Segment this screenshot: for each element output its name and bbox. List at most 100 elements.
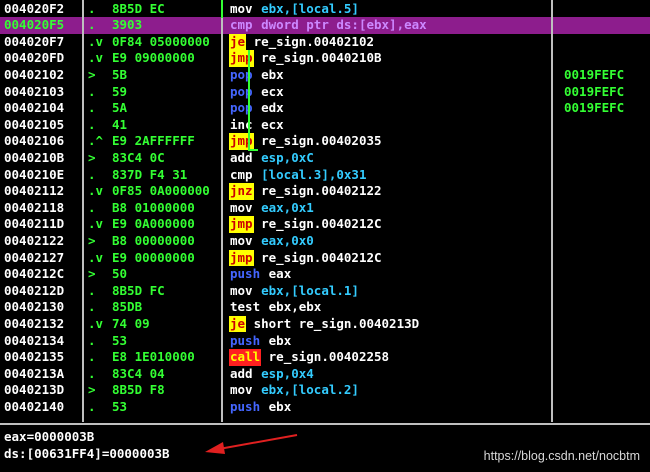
hex-bytes-cell[interactable]: E9 0A000000 (112, 216, 220, 233)
address-cell[interactable]: 00402132 (4, 316, 80, 333)
column-divider (551, 0, 553, 422)
hex-bytes-cell[interactable]: B8 01000000 (112, 200, 220, 217)
hex-bytes-cell[interactable]: 8B5D F8 (112, 382, 220, 399)
hex-bytes-cell[interactable]: 837D F4 31 (112, 167, 220, 184)
jump-line (248, 50, 250, 150)
instruction-cell[interactable]: mov ebx,[local.2] (230, 382, 550, 399)
instruction-cell[interactable]: je short re_sign.0040213D (229, 315, 550, 333)
disassembly-pane[interactable]: 004020F2. 8B5D EC mov ebx,[local.5] 004020F… (0, 0, 650, 422)
hex-bytes-cell[interactable]: E8 1E010000 (112, 349, 220, 366)
instruction-cell[interactable]: push ebx (230, 399, 550, 416)
instruction-cell[interactable]: push ebx (230, 333, 550, 350)
operands: re_sign.00402258 (268, 349, 390, 365)
instruction-cell[interactable]: test ebx,ebx (230, 299, 550, 316)
comment-cell[interactable]: 0019FEFC (564, 84, 624, 101)
instruction-cell[interactable]: pop ebx (230, 67, 550, 84)
instruction-cell[interactable]: add esp,0xC (230, 150, 550, 167)
mnemonic: cmp (230, 17, 253, 33)
address-cell[interactable]: 004020F5 (4, 17, 80, 34)
hex-bytes-cell[interactable]: 41 (112, 117, 220, 134)
address-cell[interactable]: 00402118 (4, 200, 80, 217)
instruction-cell[interactable]: mov eax,0x0 (230, 233, 550, 250)
instruction-cell[interactable]: mov eax,0x1 (230, 200, 550, 217)
address-cell[interactable]: 0040213D (4, 382, 80, 399)
address-cell[interactable]: 0040212C (4, 266, 80, 283)
hex-bytes-cell[interactable]: 74 09 (112, 316, 220, 333)
comment-cell[interactable]: 0019FEFC (564, 67, 624, 84)
address-cell[interactable]: 00402106 (4, 133, 80, 150)
jump-marker: . (88, 282, 96, 298)
instruction-cell[interactable]: jmp re_sign.0040210B (229, 50, 550, 67)
hex-bytes-cell[interactable]: 8B5D FC (112, 283, 220, 300)
instruction-cell[interactable]: inc ecx (230, 117, 550, 134)
address-cell[interactable]: 00402135 (4, 349, 80, 366)
watermark: https://blog.csdn.net/nocbtm (483, 449, 640, 463)
mnemonic: je (229, 315, 247, 333)
hex-bytes-cell[interactable]: B8 00000000 (112, 233, 220, 250)
comment-cell[interactable]: 0019FEFC (564, 100, 624, 117)
hex-bytes-cell[interactable]: 59 (112, 84, 220, 101)
address-cell[interactable]: 00402134 (4, 333, 80, 350)
instruction-cell[interactable]: cmp [local.3],0x31 (230, 167, 550, 184)
mnemonic: push (230, 398, 261, 414)
jump-line (248, 149, 258, 151)
hex-bytes-cell[interactable]: 0F84 05000000 (112, 34, 220, 51)
info-line-register: eax=0000003B (4, 429, 95, 444)
instruction-cell[interactable]: pop edx (230, 100, 550, 117)
instruction-cell[interactable]: add esp,0x4 (230, 366, 550, 383)
address-cell[interactable]: 00402122 (4, 233, 80, 250)
address-cell[interactable]: 00402130 (4, 299, 80, 316)
instruction-cell[interactable]: jmp re_sign.0040212C (229, 249, 550, 267)
instruction-cell[interactable]: jnz re_sign.00402122 (229, 183, 550, 200)
hex-bytes-cell[interactable]: 8B5D EC (112, 1, 220, 18)
instruction-cell[interactable]: mov ebx,[local.5] (230, 1, 550, 18)
instruction-cell[interactable]: push eax (230, 266, 550, 283)
instruction-cell[interactable]: call re_sign.00402258 (229, 349, 550, 366)
hex-bytes-cell[interactable]: E9 09000000 (112, 50, 220, 67)
instruction-cell[interactable]: mov ebx,[local.1] (230, 283, 550, 300)
address-cell[interactable]: 00402127 (4, 250, 80, 267)
jump-marker: . (88, 349, 96, 365)
jump-marker: > (88, 266, 96, 282)
address-cell[interactable]: 0040213A (4, 366, 80, 383)
jump-marker: . (88, 17, 96, 33)
instruction-cell[interactable]: jmp re_sign.0040212C (229, 216, 550, 233)
instruction-cell[interactable]: pop ecx (230, 84, 550, 101)
address-cell[interactable]: 004020F7 (4, 34, 80, 51)
address-cell[interactable]: 00402104 (4, 100, 80, 117)
address-cell[interactable]: 0040210E (4, 167, 80, 184)
instruction-cell[interactable]: jmp re_sign.00402035 (229, 133, 550, 150)
operands: re_sign.0040210B (261, 50, 382, 66)
hex-bytes-cell[interactable]: 53 (112, 333, 220, 350)
address-cell[interactable]: 00402102 (4, 67, 80, 84)
hex-bytes-cell[interactable]: 50 (112, 266, 220, 283)
hex-bytes-cell[interactable]: 83C4 0C (112, 150, 220, 167)
jump-marker: > (88, 66, 96, 82)
hex-bytes-cell[interactable]: 53 (112, 399, 220, 416)
hex-bytes-cell[interactable]: E9 2AFFFFFF (112, 133, 220, 150)
hex-bytes-cell[interactable]: 5A (112, 100, 220, 117)
hex-bytes-cell[interactable]: 0F85 0A000000 (112, 183, 220, 200)
instruction-cell[interactable]: cmp dword ptr ds:[ebx],eax (230, 17, 550, 34)
operands: eax,0x0 (261, 232, 314, 248)
address-cell[interactable]: 00402112 (4, 183, 80, 200)
address-cell[interactable]: 004020FD (4, 50, 80, 67)
address-cell[interactable]: 004020F2 (4, 1, 80, 18)
hex-bytes-cell[interactable]: 85DB (112, 299, 220, 316)
address-cell[interactable]: 0040211D (4, 216, 80, 233)
info-line-memory: ds:[00631FF4]=0000003B (4, 446, 170, 461)
hex-bytes-cell[interactable]: 3903 (112, 17, 220, 34)
address-cell[interactable]: 00402103 (4, 84, 80, 101)
address-cell[interactable]: 00402105 (4, 117, 80, 134)
address-cell[interactable]: 0040210B (4, 150, 80, 167)
address-cell[interactable]: 00402140 (4, 399, 80, 416)
instruction-cell[interactable]: je re_sign.00402102 (229, 33, 550, 51)
hex-bytes-cell[interactable]: 5B (112, 67, 220, 84)
address-cell[interactable]: 0040212D (4, 283, 80, 300)
hex-bytes-cell[interactable]: E9 00000000 (112, 250, 220, 267)
mnemonic: cmp (230, 166, 253, 182)
mnemonic: test (230, 299, 261, 315)
jump-marker: .v (88, 50, 104, 66)
hex-bytes-cell[interactable]: 83C4 04 (112, 366, 220, 383)
mnemonic: mov (230, 282, 253, 298)
